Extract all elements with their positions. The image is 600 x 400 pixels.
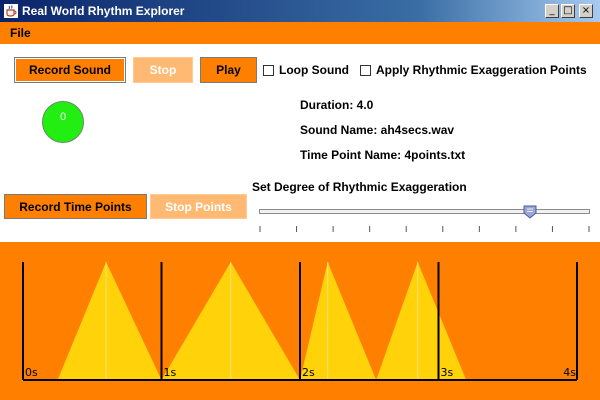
java-cup-icon bbox=[4, 4, 18, 18]
minimize-button[interactable]: _ bbox=[545, 4, 559, 18]
window-title: Real World Rhythm Explorer bbox=[22, 4, 185, 18]
time-label: 0s bbox=[25, 366, 38, 379]
apply-points-label: Apply Rhythmic Exaggeration Points bbox=[376, 63, 587, 77]
loop-sound-checkbox[interactable]: Loop Sound bbox=[263, 63, 349, 77]
sound-name-label: Sound Name: ah4secs.wav bbox=[300, 123, 455, 137]
time-label: 3s bbox=[441, 366, 454, 379]
apply-points-checkbox[interactable]: Apply Rhythmic Exaggeration Points bbox=[360, 63, 587, 77]
exaggeration-slider-thumb[interactable] bbox=[523, 205, 537, 219]
record-time-points-button[interactable]: Record Time Points bbox=[4, 194, 147, 219]
loop-sound-checkbox-box[interactable] bbox=[263, 64, 274, 76]
stop-button[interactable]: Stop bbox=[133, 57, 193, 83]
time-point-name-label: Time Point Name: 4points.txt bbox=[300, 148, 466, 162]
time-label: 1s bbox=[164, 366, 177, 379]
menu-file[interactable]: File bbox=[10, 26, 31, 40]
close-button[interactable]: × bbox=[579, 4, 593, 18]
slider-ticks bbox=[259, 226, 590, 232]
maximize-button[interactable]: □ bbox=[561, 4, 575, 18]
waveform-display[interactable]: 0s 1s 2s 3s 4s bbox=[0, 242, 600, 400]
loop-sound-label: Loop Sound bbox=[279, 63, 349, 77]
record-sound-button[interactable]: Record Sound bbox=[14, 57, 126, 83]
play-button[interactable]: Play bbox=[200, 57, 257, 83]
stop-points-button[interactable]: Stop Points bbox=[150, 194, 247, 219]
menu-bar: File bbox=[0, 22, 600, 44]
waveform-panel[interactable]: 0s 1s 2s 3s 4s bbox=[0, 242, 600, 400]
title-bar[interactable]: Real World Rhythm Explorer _ □ × bbox=[0, 0, 600, 22]
exaggeration-slider-track[interactable] bbox=[259, 209, 590, 214]
apply-points-checkbox-box[interactable] bbox=[360, 64, 371, 76]
app-window: Real World Rhythm Explorer _ □ × File Re… bbox=[0, 0, 600, 400]
duration-label: Duration: 4.0 bbox=[300, 98, 374, 112]
playback-indicator: 0 bbox=[42, 101, 84, 143]
slider-label: Set Degree of Rhythmic Exaggeration bbox=[252, 180, 467, 194]
time-label: 4s bbox=[563, 366, 576, 379]
time-label: 2s bbox=[302, 366, 315, 379]
